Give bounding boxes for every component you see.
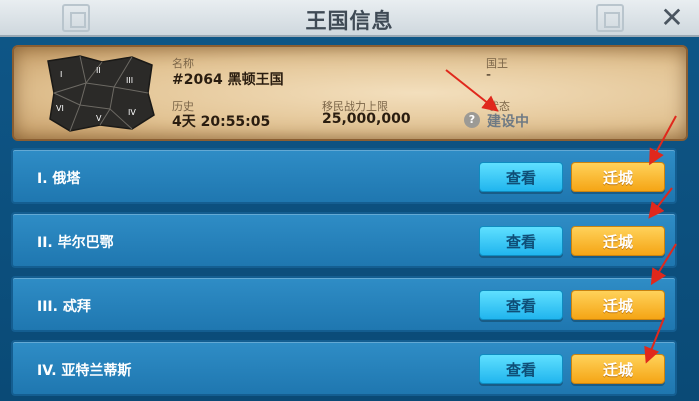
window-title: 王国信息 [305, 9, 394, 33]
map-region-label: VI [56, 104, 64, 113]
region-row: II. 毕尔巴鄂 查看 迁城 [11, 212, 677, 268]
region-name: I. 俄塔 [37, 171, 81, 187]
region-name: II. 毕尔巴鄂 [37, 235, 114, 251]
region-name: III. 忒拜 [37, 299, 91, 315]
close-icon[interactable]: ✕ [657, 4, 687, 32]
migrate-button[interactable]: 迁城 [571, 162, 665, 192]
region-row: I. 俄塔 查看 迁城 [11, 148, 677, 204]
map-region-label: I [60, 70, 62, 79]
map-region-label: V [96, 114, 102, 123]
migrate-button[interactable]: 迁城 [571, 226, 665, 256]
view-button[interactable]: 查看 [479, 226, 563, 256]
status-value: 建设中 [487, 114, 529, 130]
migration-power-value: 25,000,000 [322, 111, 411, 127]
migrate-button[interactable]: 迁城 [571, 290, 665, 320]
map-region-label: II [96, 66, 101, 75]
king-value: - [486, 67, 492, 83]
map-region-label: III [126, 76, 133, 85]
region-row: IV. 亚特兰蒂斯 查看 迁城 [11, 340, 677, 396]
kingdom-map-icon[interactable]: I II III IV V VI [40, 53, 158, 133]
view-button[interactable]: 查看 [479, 290, 563, 320]
region-name: IV. 亚特兰蒂斯 [37, 363, 132, 379]
history-value: 4天 20:55:05 [172, 114, 271, 130]
map-region-label: IV [128, 108, 136, 117]
kingdom-name: #2064 黑顿王国 [172, 72, 284, 88]
kingdom-info-window: 王国信息 ✕ I II III IV V VI 名称 #2064 黑顿王国 国王… [0, 0, 699, 401]
help-icon[interactable]: ? [464, 112, 480, 128]
kingdom-info-card: I II III IV V VI 名称 #2064 黑顿王国 国王 - 历史 4… [12, 45, 688, 141]
region-row: III. 忒拜 查看 迁城 [11, 276, 677, 332]
view-button[interactable]: 查看 [479, 162, 563, 192]
view-button[interactable]: 查看 [479, 354, 563, 384]
migrate-button[interactable]: 迁城 [571, 354, 665, 384]
title-bar: 王国信息 ✕ [0, 0, 699, 37]
